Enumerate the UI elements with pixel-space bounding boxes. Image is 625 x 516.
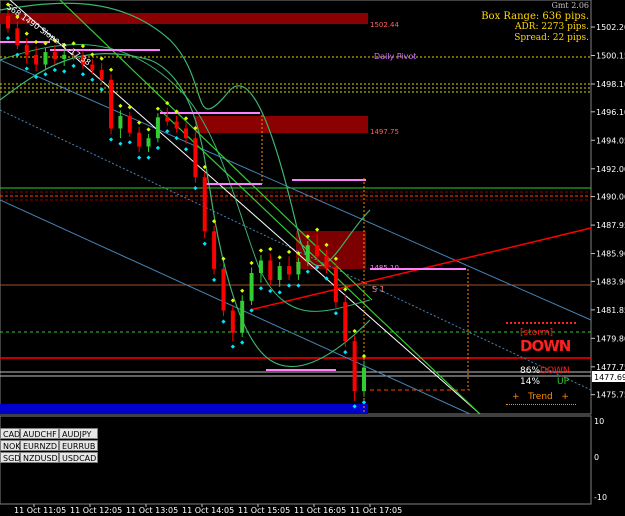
y-tick-label: 1475.75	[596, 391, 625, 400]
x-tick-label: 11 Oct 15:05	[238, 506, 290, 515]
candle-body	[193, 138, 198, 178]
y-tick-label: 1477.75	[596, 363, 625, 372]
down-big-label: DOWN	[520, 337, 571, 355]
pair-button-eurrub[interactable]: EURRUB	[59, 440, 98, 451]
candle-body	[240, 300, 245, 333]
down-pct-value: 86%	[520, 366, 541, 376]
candle-body	[174, 121, 179, 129]
x-tick-label: 11 Oct 14:05	[182, 506, 234, 515]
candle-body	[343, 302, 348, 342]
pair-button-cad[interactable]: CAD	[0, 428, 20, 439]
sub-axis-mid: 0	[594, 453, 599, 462]
candle-body	[221, 268, 226, 311]
candle-body	[6, 15, 10, 29]
bottom-ribbon	[0, 404, 368, 414]
sub-axis-bottom: -10	[594, 493, 607, 502]
storm-dotted-line	[506, 322, 576, 324]
candle-body	[287, 266, 292, 275]
pair-button-usdcad[interactable]: USDCAD	[59, 452, 98, 463]
candle-body	[268, 260, 273, 280]
candle-body	[212, 231, 217, 269]
resistance-zone-upper	[0, 13, 368, 24]
candle-body	[184, 128, 188, 139]
x-tick-label: 11 Oct 13:05	[126, 506, 178, 515]
candle-body	[324, 256, 329, 268]
y-tick-label: 1502.20	[596, 23, 625, 32]
current-price-label: 1477.69	[594, 373, 625, 382]
down-pct: 86%DOWN	[520, 366, 570, 376]
info-panel: Gmt 2.06 Box Range: 636 pips. ADR: 2273 …	[481, 0, 589, 44]
pair-button-nok[interactable]: NOK	[0, 440, 21, 451]
down-word: DOWN	[540, 366, 570, 376]
info-top-label: Gmt 2.06	[551, 1, 589, 10]
candle-body	[258, 260, 263, 274]
candle-body	[15, 28, 20, 46]
price-tag-2: 1497.75	[370, 128, 399, 136]
candle-body	[118, 115, 123, 129]
candle-body	[24, 45, 29, 55]
candle-body	[127, 115, 132, 133]
pair-button-sgd[interactable]: SGD	[0, 452, 20, 463]
resistance-zone-lower	[195, 116, 368, 133]
trend-dotted-line	[506, 404, 576, 405]
candle-body	[315, 245, 320, 257]
price-tag-3: 1485.10	[370, 264, 399, 272]
candle-body	[333, 267, 338, 303]
time-axis: 11 Oct 11:05 11 Oct 12:05 11 Oct 13:05 11 O…	[14, 504, 402, 515]
candle-body	[155, 117, 160, 139]
y-tick-label: 1496.10	[596, 108, 625, 117]
candle-body	[62, 54, 67, 59]
candle-body	[202, 177, 207, 232]
y-tick-label: 1487.95	[596, 221, 625, 230]
s1-label: S 1	[372, 285, 385, 294]
x-tick-label: 11 Oct 17:05	[350, 506, 402, 515]
x-tick-label: 11 Oct 16:05	[294, 506, 346, 515]
pair-button-audjpy[interactable]: AUDJPY	[59, 428, 98, 439]
candle-body	[249, 273, 254, 301]
trend-label: + Trend +	[512, 392, 569, 402]
y-tick-label: 1479.80	[596, 334, 625, 343]
y-tick-label: 1490.00	[596, 193, 625, 202]
up-pct-value: 14%	[520, 377, 541, 387]
candle-body	[137, 132, 142, 147]
candle-body	[296, 261, 301, 275]
pair-button-audchf[interactable]: AUDCHF	[20, 428, 59, 439]
x-tick-label: 11 Oct 12:05	[70, 506, 122, 515]
pair-button-nzdusd[interactable]: NZDUSD	[20, 452, 59, 463]
pair-button-eurnzd[interactable]: EURNZD	[20, 440, 59, 451]
candle-body	[230, 310, 235, 333]
candle-body	[109, 79, 114, 129]
y-tick-label: 1492.00	[596, 165, 625, 174]
candle-body	[165, 117, 170, 122]
y-tick-label: 1500.15	[596, 52, 625, 61]
candle-body	[99, 70, 104, 80]
y-tick-label: 1481.85	[596, 306, 625, 315]
candle-body	[52, 52, 57, 59]
sub-axis-top: 10	[594, 417, 604, 426]
trend-panel: [storm] DOWN 86%DOWN 14% UP + Trend +	[500, 318, 592, 410]
candle-body	[43, 52, 48, 65]
daily-pivot-label: Daily Pivot	[374, 52, 416, 61]
candle-body	[34, 54, 39, 65]
adr-text: ADR: 2273 pips.	[514, 22, 589, 32]
price-axis: 1502.20 1500.15 1498.10 1496.10 1494.05 1492.…	[591, 23, 625, 400]
spread-text: Spread: 22 pips.	[514, 33, 589, 43]
price-tag-1: 1502.44	[370, 21, 399, 29]
candle-body	[305, 245, 310, 262]
x-tick-label: 11 Oct 11:05	[14, 506, 66, 515]
candle-body	[90, 64, 95, 71]
candle-body	[146, 138, 151, 147]
up-word: UP	[557, 377, 570, 387]
y-tick-label: 1483.90	[596, 277, 625, 286]
candle-body	[362, 367, 366, 392]
y-tick-label: 1485.90	[596, 250, 625, 259]
y-tick-label: 1494.05	[596, 136, 625, 145]
box-range-text: Box Range: 636 pips.	[481, 11, 589, 22]
candle-body	[352, 341, 357, 392]
y-tick-label: 1498.10	[596, 80, 625, 89]
candle-body	[277, 266, 282, 280]
